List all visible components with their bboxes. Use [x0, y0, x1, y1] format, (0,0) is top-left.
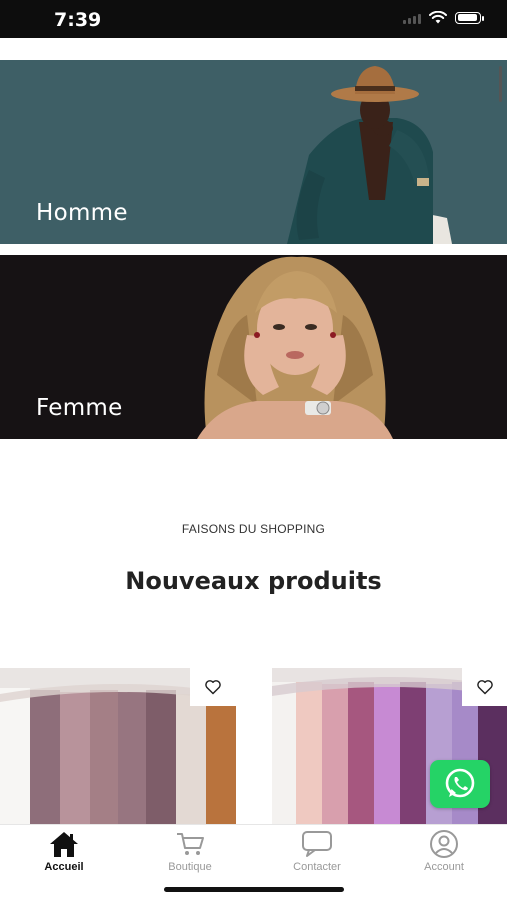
favorite-button[interactable] — [462, 668, 507, 706]
tab-boutique[interactable]: Boutique — [135, 829, 245, 873]
whatsapp-icon — [445, 768, 475, 798]
chat-bubble-icon — [302, 831, 332, 857]
battery-icon — [455, 11, 484, 24]
user-icon — [430, 830, 458, 858]
category-banner-homme[interactable]: Homme — [0, 60, 507, 244]
status-icons — [403, 11, 484, 24]
status-time: 7:39 — [54, 9, 102, 31]
section-title: Nouveaux produits — [125, 567, 382, 595]
category-banner-femme[interactable]: Femme — [0, 255, 507, 439]
tab-label: Account — [424, 861, 464, 873]
whatsapp-button[interactable] — [430, 760, 490, 808]
heart-icon — [477, 680, 493, 695]
wifi-icon — [429, 11, 447, 24]
section-eyebrow: FAISONS DU SHOPPING — [181, 522, 326, 536]
heart-icon — [205, 680, 221, 695]
signal-icon — [403, 12, 421, 24]
home-indicator[interactable] — [164, 887, 344, 892]
favorite-button[interactable] — [190, 668, 236, 706]
product-card[interactable] — [0, 668, 236, 825]
tab-label: Boutique — [168, 861, 212, 873]
category-label-homme: Homme — [36, 200, 128, 226]
status-bar: 7:39 — [0, 0, 507, 38]
scroll-indicator[interactable] — [499, 66, 502, 102]
category-label-femme: Femme — [36, 395, 123, 421]
tab-label: Contacter — [293, 861, 341, 873]
tab-label: Accueil — [44, 861, 84, 873]
homme-model-image — [247, 60, 507, 244]
home-icon — [50, 832, 78, 857]
tab-accueil[interactable]: Accueil — [9, 829, 119, 873]
cart-icon — [177, 833, 204, 855]
tab-account[interactable]: Account — [389, 829, 499, 873]
femme-model-image — [187, 255, 507, 439]
tab-contacter[interactable]: Contacter — [262, 829, 372, 873]
